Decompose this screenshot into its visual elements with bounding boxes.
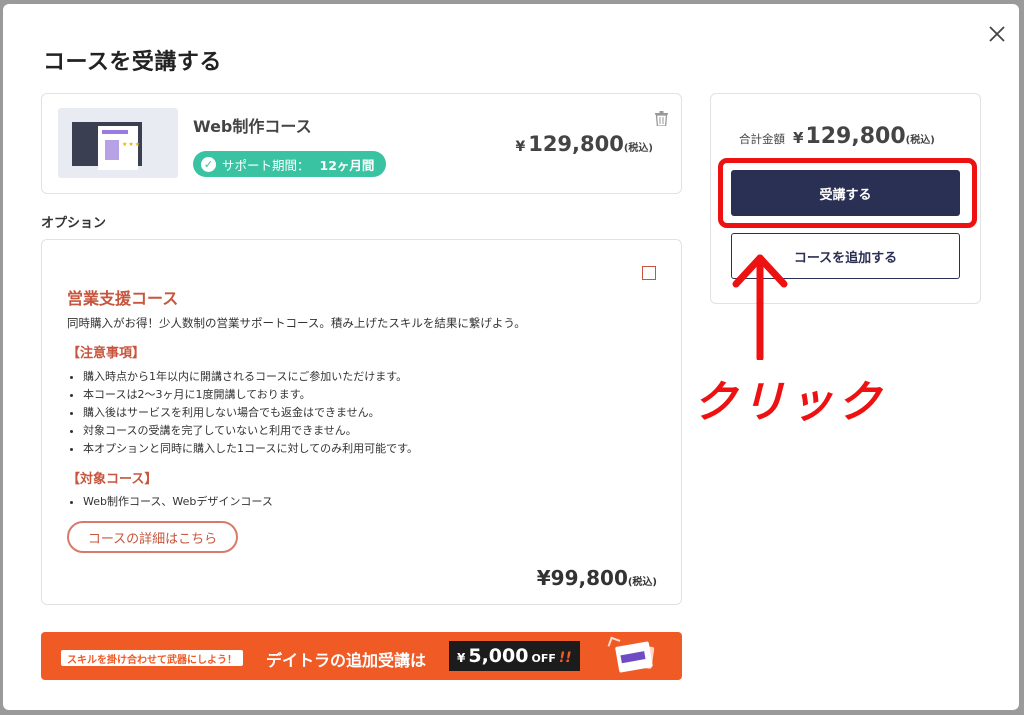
option-price: ¥99,800(税込) — [536, 566, 657, 590]
option-description: 同時購入がお得！少人数制の営業サポートコース。積み上げたスキルを結果に繋げよう。 — [67, 316, 526, 330]
close-icon[interactable] — [988, 25, 1006, 43]
course-name: Web制作コース — [193, 117, 312, 136]
click-highlight-box — [718, 158, 977, 228]
target-heading: 【対象コース】 — [67, 472, 158, 487]
modal-title: コースを受講する — [43, 50, 222, 75]
list-item: 対象コースの受講を完了していないと利用できません。 — [83, 422, 418, 440]
list-item: 本コースは2〜3ヶ月に1度開講しております。 — [83, 386, 418, 404]
trash-icon[interactable] — [655, 111, 668, 126]
discount-badge: ¥ 5,000 OFF !! — [449, 641, 580, 671]
course-detail-button[interactable]: コースの詳細はこちら — [67, 521, 238, 553]
course-card: ★★★ Web制作コース ✓ サポート期間： 12ヶ月間 ¥129,800(税込… — [41, 93, 682, 194]
options-heading: オプション — [41, 216, 107, 231]
total-label: 合計金額 — [739, 132, 785, 146]
option-card: 営業支援コース 同時購入がお得！少人数制の営業サポートコース。積み上げたスキルを… — [41, 239, 682, 605]
option-checkbox[interactable] — [642, 266, 656, 280]
total-amount: ¥129,800(税込) — [793, 124, 935, 149]
total-row: 合計金額 ¥129,800(税込) — [739, 124, 935, 149]
list-item: 購入後はサービスを利用しない場合でも返金はできません。 — [83, 404, 418, 422]
promo-banner[interactable]: スキルを掛け合わせて武器にしよう！ デイトラの追加受講は ¥ 5,000 OFF… — [41, 632, 682, 680]
banner-tag: スキルを掛け合わせて武器にしよう！ — [61, 650, 243, 666]
target-list: Web制作コース、Webデザインコース — [67, 493, 273, 511]
notes-heading: 【注意事項】 — [67, 346, 146, 361]
notes-list: 購入時点から1年以内に開講されるコースにご参加いただけます。 本コースは2〜3ヶ… — [67, 368, 418, 458]
course-thumbnail: ★★★ — [58, 108, 178, 178]
click-annotation: クリック — [693, 377, 885, 428]
check-circle-icon: ✓ — [201, 156, 216, 172]
arrow-up-icon — [732, 254, 788, 360]
support-period-badge: ✓ サポート期間： 12ヶ月間 — [193, 151, 387, 177]
list-item: 本オプションと同時に購入した1コースに対してのみ利用可能です。 — [83, 440, 418, 458]
banner-message: デイトラの追加受講は — [266, 651, 427, 670]
list-item: 購入時点から1年以内に開講されるコースにご参加いただけます。 — [83, 368, 418, 386]
option-title: 営業支援コース — [67, 289, 179, 308]
support-value: 12ヶ月間 — [319, 157, 375, 173]
list-item: Web制作コース、Webデザインコース — [83, 493, 273, 511]
course-price: ¥129,800(税込) — [515, 132, 653, 156]
support-label: サポート期間： — [222, 157, 310, 173]
